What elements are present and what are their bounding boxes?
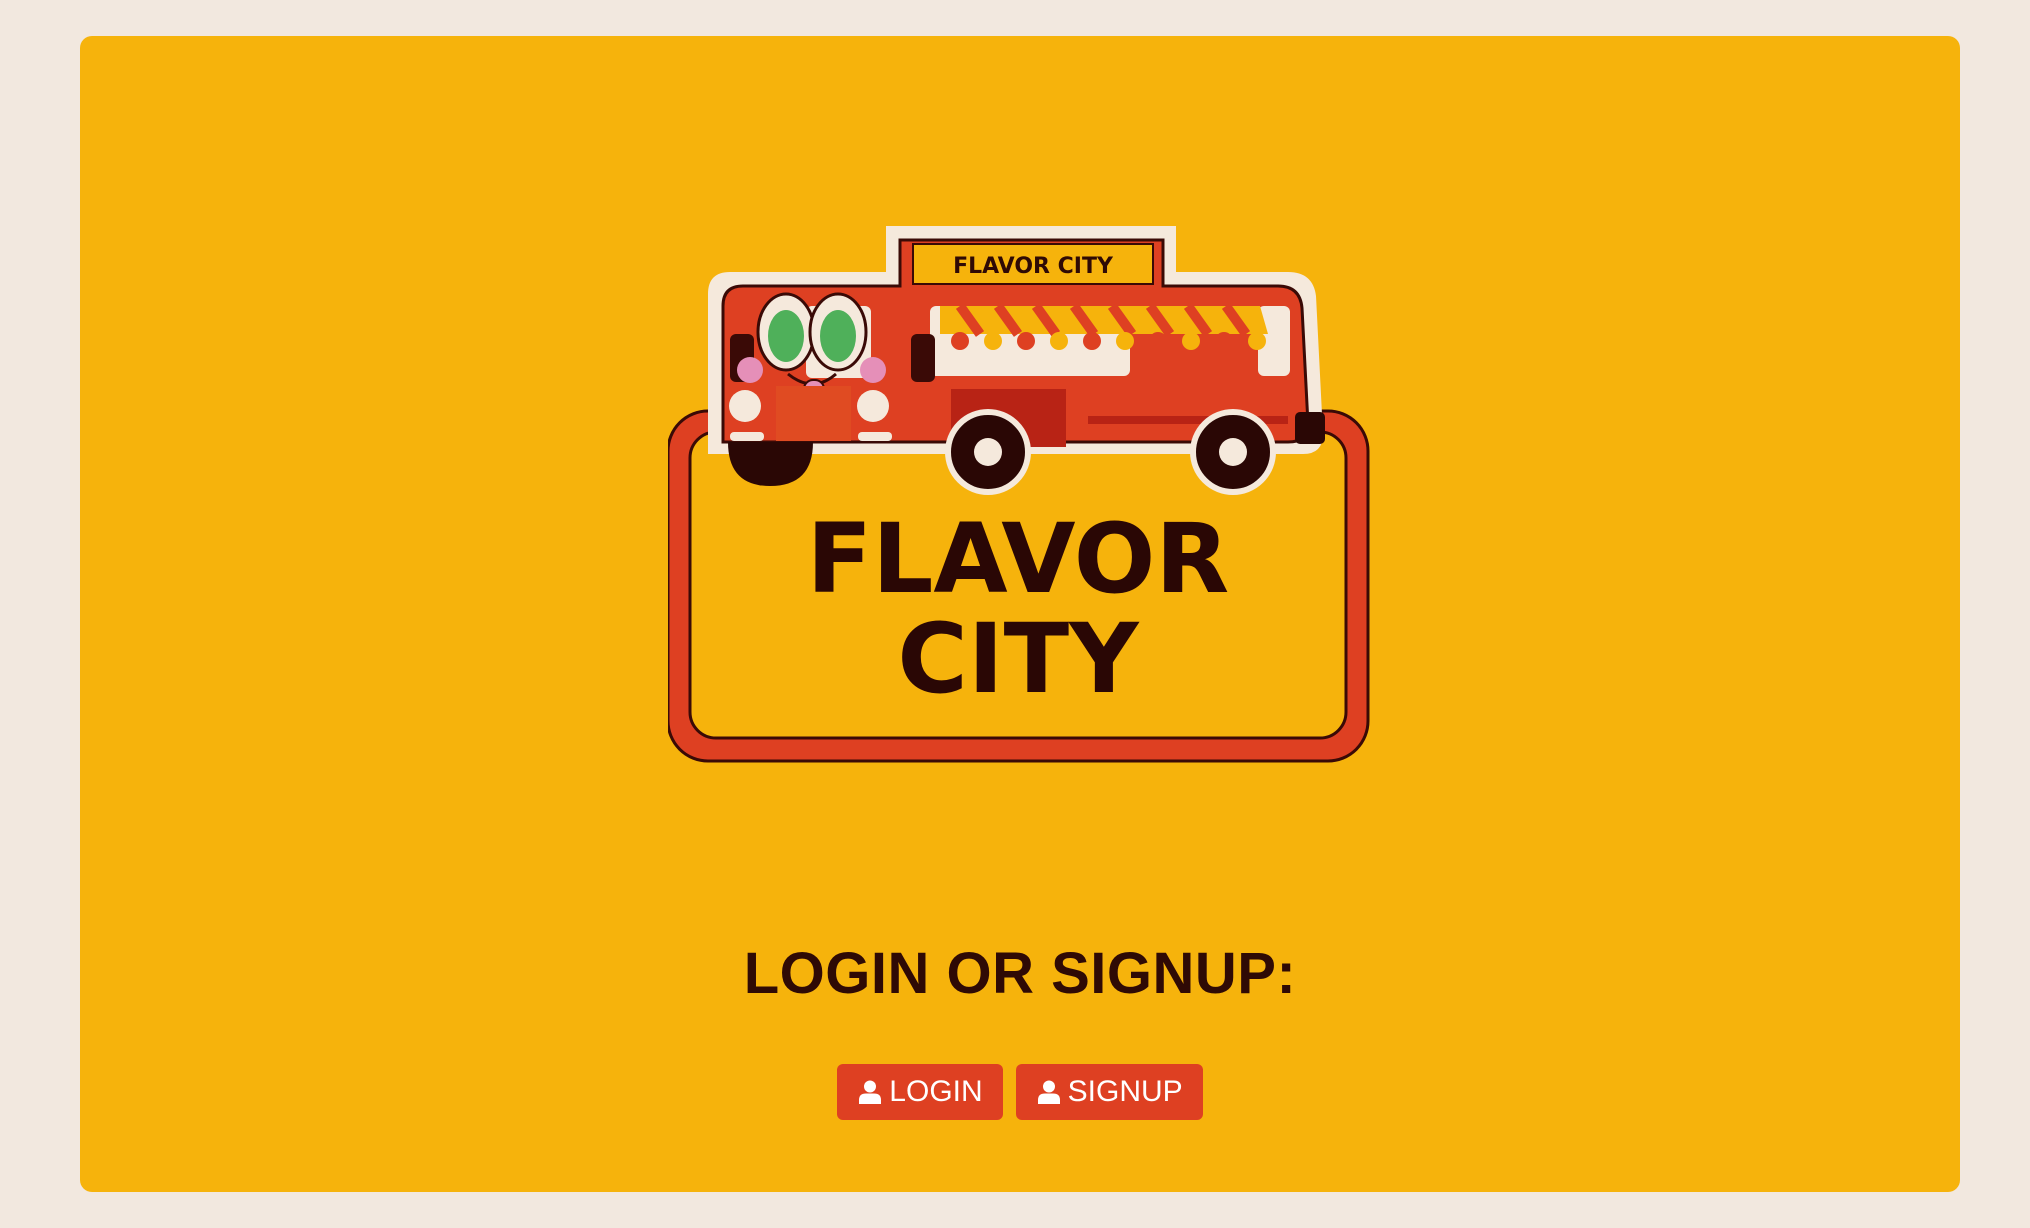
logo-title-line2: CITY	[897, 603, 1140, 715]
user-icon	[859, 1080, 882, 1104]
signup-button[interactable]: SIGNUP	[1015, 1064, 1203, 1120]
logo-sign-text: FLAVOR CITY	[953, 254, 1114, 279]
login-or-signup-heading: LOGIN OR SIGNUP:	[743, 941, 1297, 1006]
main-card: FLAVOR CITY FLAVOR CITY LOGIN OR SIGNUP:…	[80, 36, 1960, 1192]
flavor-city-logo: FLAVOR CITY FLAVOR CITY	[668, 226, 1370, 763]
login-button[interactable]: LOGIN	[837, 1064, 1003, 1120]
logo-title-line1: FLAVOR	[807, 503, 1230, 615]
login-label: LOGIN	[889, 1075, 983, 1108]
signup-label: SIGNUP	[1067, 1075, 1183, 1108]
user-icon	[1037, 1080, 1060, 1104]
auth-buttons: LOGIN SIGNUP	[80, 1064, 1960, 1120]
